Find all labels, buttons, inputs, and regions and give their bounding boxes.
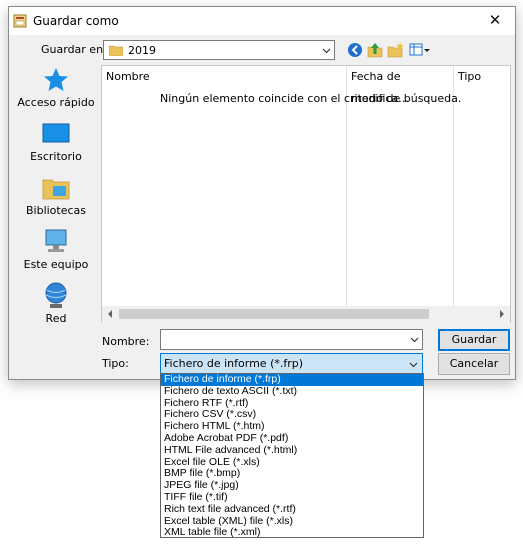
place-libraries[interactable]: Bibliotecas (15, 173, 97, 223)
filetype-value: Fichero de informe (*.frp) (164, 357, 304, 370)
cancel-button[interactable]: Cancelar (438, 353, 510, 375)
column-header-type[interactable]: Tipo (454, 66, 510, 88)
file-list[interactable]: Nombre Fecha de modifica... Tipo Ningún … (101, 65, 511, 323)
location-label: Guardar en: (41, 43, 107, 56)
close-icon: ✕ (488, 11, 502, 29)
libraries-icon (42, 179, 70, 200)
location-value: 2019 (128, 44, 156, 57)
filetype-option[interactable]: Fichero de texto ASCII (*.txt) (161, 385, 423, 398)
filetype-label: Tipo: (102, 357, 129, 370)
horizontal-scrollbar[interactable] (102, 306, 510, 323)
close-button[interactable]: ✕ (475, 7, 515, 35)
filename-input[interactable] (160, 329, 423, 350)
chevron-down-icon (409, 362, 418, 368)
place-this-pc[interactable]: Este equipo (15, 227, 97, 277)
computer-icon (45, 229, 67, 252)
scroll-right-icon[interactable] (498, 310, 506, 318)
filetype-option[interactable]: HTML File advanced (*.html) (161, 444, 423, 457)
star-icon (44, 68, 68, 91)
place-network[interactable]: Red (15, 281, 97, 331)
filename-label: Nombre: (102, 335, 150, 348)
new-folder-icon[interactable] (387, 41, 405, 59)
filetype-dropdown-list: Fichero de informe (*.frp) Fichero de te… (160, 373, 424, 538)
filetype-option[interactable]: Rich text file advanced (*.rtf) (161, 503, 423, 516)
chevron-down-icon (410, 337, 419, 343)
window-title: Guardar como (33, 14, 119, 28)
place-label: Acceso rápido (17, 96, 95, 109)
filetype-option[interactable]: Adobe Acrobat PDF (*.pdf) (161, 432, 423, 445)
network-icon (45, 282, 67, 308)
location-combo[interactable]: 2019 (103, 40, 335, 60)
empty-message: Ningún elemento coincide con el criterio… (160, 92, 462, 105)
chevron-down-icon (322, 48, 331, 54)
place-label: Escritorio (30, 150, 82, 163)
scrollbar-thumb[interactable] (119, 309, 429, 319)
place-label: Red (45, 312, 67, 325)
column-header-date[interactable]: Fecha de modifica... (347, 66, 453, 105)
place-desktop[interactable]: Escritorio (15, 119, 97, 169)
back-icon[interactable] (346, 41, 364, 59)
folder-icon (109, 45, 123, 56)
desktop-icon (42, 123, 70, 143)
place-quick-access[interactable]: Acceso rápido (15, 65, 97, 115)
title-bar[interactable]: Guardar como ✕ (9, 7, 515, 35)
filetype-option[interactable]: TIFF file (*.tif) (161, 491, 423, 504)
save-as-dialog: Guardar como ✕ Guardar en: 2019 Acceso r… (8, 6, 516, 380)
place-label: Este equipo (23, 258, 89, 271)
up-folder-icon[interactable] (366, 41, 384, 59)
view-menu-icon[interactable] (409, 41, 431, 59)
places-bar: Acceso rápido Escritorio Bibliotecas Est… (15, 65, 97, 327)
app-icon (13, 14, 27, 28)
place-label: Bibliotecas (25, 204, 87, 217)
save-button[interactable]: Guardar (438, 329, 510, 351)
column-header-name[interactable]: Nombre (102, 66, 346, 88)
scroll-left-icon[interactable] (106, 310, 114, 318)
filetype-option[interactable]: XML table file (*.xml) (161, 527, 423, 539)
filetype-select[interactable]: Fichero de informe (*.frp) (160, 353, 423, 374)
